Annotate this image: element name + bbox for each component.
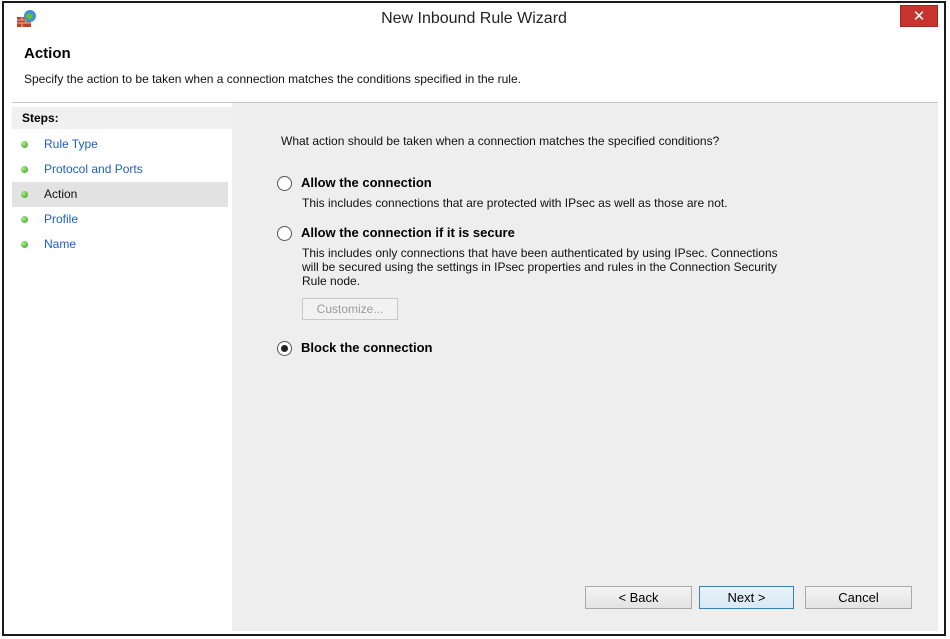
title-bar: New Inbound Rule Wizard ✕ [4,3,944,35]
cancel-button[interactable]: Cancel [805,586,912,609]
allow-connection-label[interactable]: Allow the connection [301,175,432,190]
content-panel: What action should be taken when a conne… [232,103,938,631]
step-label: Action [44,187,78,201]
wizard-window: New Inbound Rule Wizard ✕ Action Specify… [2,1,946,636]
allow-connection-description: This includes connections that are prote… [302,196,728,210]
step-label: Protocol and Ports [44,162,143,176]
radio-selected-dot-icon [281,345,288,352]
customize-button[interactable]: Customize... [302,298,398,320]
step-name[interactable]: Name [12,232,228,257]
page-description: Specify the action to be taken when a co… [24,72,521,86]
step-status-dot-icon [21,241,28,248]
allow-secure-radio[interactable] [277,226,292,241]
next-button[interactable]: Next > [699,586,794,609]
step-profile[interactable]: Profile [12,207,228,232]
window-title: New Inbound Rule Wizard [381,10,567,27]
allow-connection-radio[interactable] [277,176,292,191]
step-rule-type[interactable]: Rule Type [12,132,228,157]
block-connection-radio[interactable] [277,341,292,356]
step-status-dot-icon [21,166,28,173]
step-status-dot-icon [21,191,28,198]
step-status-dot-icon [21,141,28,148]
step-label: Name [44,237,77,251]
allow-secure-description-line: will be secured using the settings in IP… [302,260,777,274]
step-protocol-and-ports[interactable]: Protocol and Ports [12,157,228,182]
close-icon: ✕ [912,8,926,25]
page-header: Action Specify the action to be taken wh… [12,37,938,103]
back-button[interactable]: < Back [585,586,692,609]
block-connection-label[interactable]: Block the connection [301,340,432,355]
steps-heading: Steps: [12,107,232,129]
allow-secure-label[interactable]: Allow the connection if it is secure [301,225,515,240]
allow-secure-description-line: Rule node. [302,274,361,288]
close-button[interactable]: ✕ [900,5,938,27]
step-status-dot-icon [21,216,28,223]
step-action[interactable]: Action [12,182,228,207]
action-question: What action should be taken when a conne… [281,134,720,148]
step-label: Profile [44,212,79,226]
step-label: Rule Type [44,137,98,151]
page-title: Action [24,45,71,62]
steps-panel: Steps: Rule Type Protocol and Ports Acti… [12,103,232,631]
allow-secure-description-line: This includes only connections that have… [302,246,778,260]
